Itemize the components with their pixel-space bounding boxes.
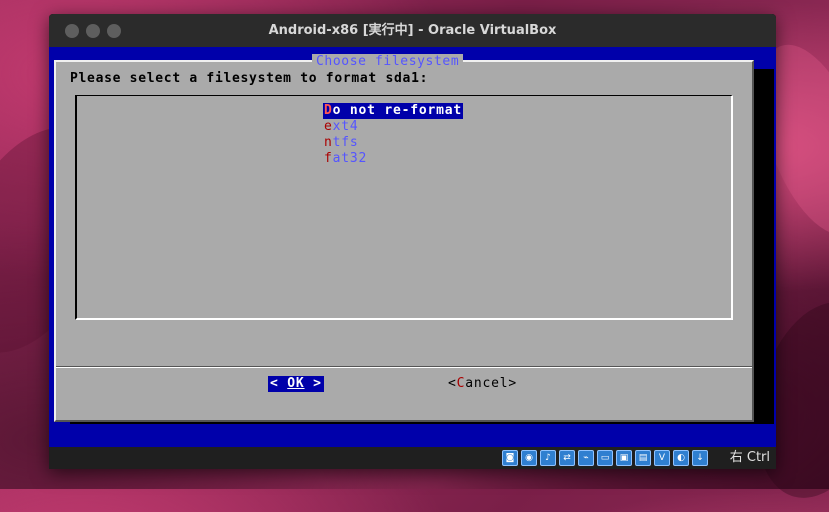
network-icon[interactable]: ⇄ [559, 450, 575, 466]
hard-disk-icon[interactable]: ◙ [502, 450, 518, 466]
dialog-prompt: Please select a filesystem to format sda… [70, 71, 429, 86]
status-icons: ◙ ◉ ♪ ⇄ ⌁ ▭ ▣ ▤ V ◐ ↓ [502, 450, 708, 466]
dialog-title: Choose filesystem [312, 54, 464, 70]
audio-icon[interactable]: ♪ [540, 450, 556, 466]
mouse-integration-icon[interactable]: ↓ [692, 450, 708, 466]
hotkey-letter: D [324, 103, 333, 118]
button-bracket: > [304, 376, 322, 391]
vm-screen[interactable]: Choose filesystem Please select a filesy… [49, 47, 776, 447]
virtualbox-window: Android-x86 [実行中] - Oracle VirtualBox Ch… [49, 14, 776, 469]
option-label: o not re-format [332, 103, 463, 118]
list-item-ntfs[interactable]: ntfs [323, 135, 360, 151]
virtualization-icon[interactable]: V [654, 450, 670, 466]
cancel-label: ancel> [465, 376, 518, 391]
hotkey-letter: n [324, 135, 333, 150]
usb-icon[interactable]: ⌁ [578, 450, 594, 466]
button-separator [56, 366, 752, 368]
option-label: xt4 [332, 119, 359, 134]
button-bracket: < [448, 376, 457, 391]
hotkey-letter: e [324, 119, 333, 134]
video-capture-icon[interactable]: ▤ [635, 450, 651, 466]
option-label: tfs [332, 135, 359, 150]
host-key-label: 右 Ctrl [729, 450, 770, 465]
ok-button[interactable]: < OK > [268, 376, 324, 392]
option-label: at32 [332, 151, 368, 166]
hotkey-letter: C [456, 376, 466, 391]
ok-label: OK [287, 376, 305, 391]
hotkey-letter: f [324, 151, 333, 166]
guest-additions-icon[interactable]: ◐ [673, 450, 689, 466]
list-item-ext4[interactable]: ext4 [323, 119, 360, 135]
title-bar[interactable]: Android-x86 [実行中] - Oracle VirtualBox [49, 14, 776, 47]
list-item-fat32[interactable]: fat32 [323, 151, 368, 167]
list-item-do-not-reformat[interactable]: Do not re-format [323, 103, 464, 119]
window-title: Android-x86 [実行中] - Oracle VirtualBox [268, 23, 557, 38]
filesystem-list[interactable]: Do not re-format ext4 ntfs fat32 [75, 95, 733, 320]
vm-status-bar: ◙ ◉ ♪ ⇄ ⌁ ▭ ▣ ▤ V ◐ ↓ 右 Ctrl [49, 447, 776, 469]
filesystem-dialog: Choose filesystem Please select a filesy… [54, 54, 754, 422]
button-bracket: < [270, 376, 288, 391]
shared-folders-icon[interactable]: ▭ [597, 450, 613, 466]
optical-drive-icon[interactable]: ◉ [521, 450, 537, 466]
cancel-button[interactable]: <Cancel> [448, 376, 517, 392]
display-icon[interactable]: ▣ [616, 450, 632, 466]
